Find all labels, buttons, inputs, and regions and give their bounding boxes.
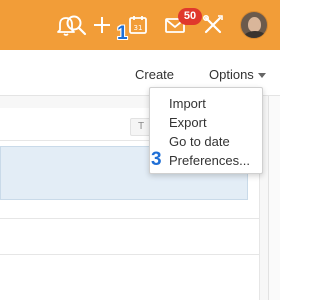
user-avatar[interactable] [240,11,268,39]
mail-unread-badge: 50 [178,8,202,25]
right-rail [268,96,280,300]
options-menu: Import Export Go to date Preferences... [149,87,263,174]
menu-item-import[interactable]: Import [169,96,206,111]
calendar-add-icon[interactable]: 31 [126,13,150,37]
calendar-day-number: 31 [134,24,143,32]
divider [0,254,260,255]
create-link[interactable]: Create [135,67,174,82]
step-marker-1: 1 [117,23,128,44]
plus-icon[interactable] [90,13,114,37]
tools-icon[interactable] [201,13,225,37]
avatar-body [244,31,266,38]
top-bar: 31 50 [0,0,280,50]
options-label: Options [209,67,254,82]
step-marker-3: 3 [151,149,162,170]
divider [0,218,260,219]
bell-icon[interactable] [54,13,78,37]
chevron-down-icon [257,73,266,79]
avatar-face [248,17,261,32]
menu-item-preferences[interactable]: Preferences... [169,153,250,168]
menu-item-export[interactable]: Export [169,115,207,130]
options-dropdown-button[interactable]: Options [209,67,266,82]
menu-item-go-to-date[interactable]: Go to date [169,134,230,149]
